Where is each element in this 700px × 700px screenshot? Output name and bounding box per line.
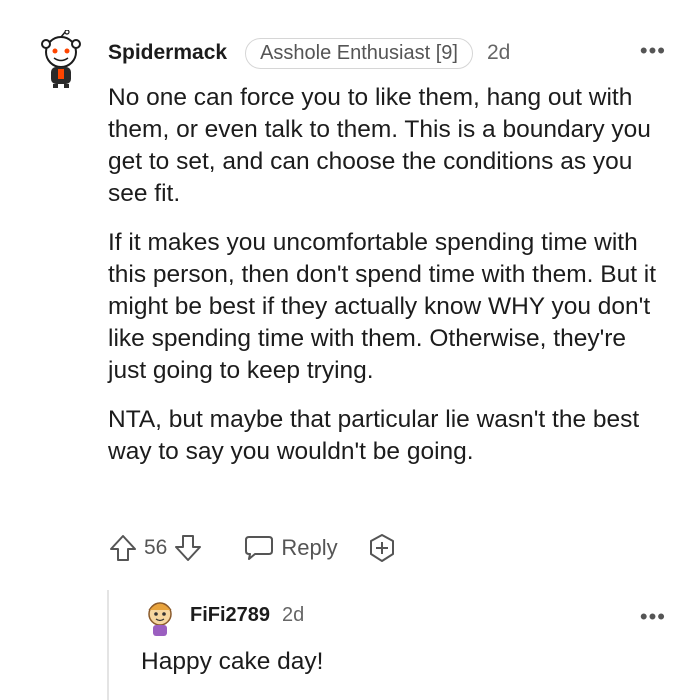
- upvote-icon[interactable]: [108, 533, 138, 563]
- vote-score: 56: [144, 536, 168, 559]
- username[interactable]: Spidermack: [108, 41, 227, 65]
- username[interactable]: FiFi2789: [190, 604, 270, 627]
- avatar[interactable]: [142, 598, 178, 638]
- reply-text: Happy cake day!: [141, 648, 324, 675]
- comment-body: No one can force you to like them, hang …: [108, 82, 668, 485]
- user-flair: Asshole Enthusiast [9]: [245, 37, 473, 69]
- comment-paragraph: No one can force you to like them, hang …: [108, 84, 651, 207]
- more-options-button[interactable]: •••: [640, 38, 666, 64]
- comment-paragraph: NTA, but maybe that particular lie wasn'…: [108, 406, 640, 465]
- chat-bubble-icon: [245, 536, 274, 560]
- comment-actions: 56 Reply: [108, 528, 398, 568]
- avatar[interactable]: [36, 30, 86, 88]
- comment-meta: Spidermack Asshole Enthusiast [9] 2d: [108, 36, 510, 70]
- thread-line: [107, 590, 109, 700]
- reply-age: 2d: [282, 604, 305, 626]
- reply-meta: FiFi2789 2d: [190, 604, 304, 627]
- more-options-button[interactable]: •••: [640, 604, 666, 630]
- comment-age: 2d: [486, 41, 511, 64]
- reply-label: Reply: [281, 535, 338, 560]
- downvote-icon[interactable]: [173, 533, 203, 563]
- comment-paragraph: If it makes you uncomfortable spending t…: [108, 229, 657, 384]
- reply-button[interactable]: Reply: [243, 533, 338, 563]
- award-plus-icon[interactable]: [366, 532, 398, 564]
